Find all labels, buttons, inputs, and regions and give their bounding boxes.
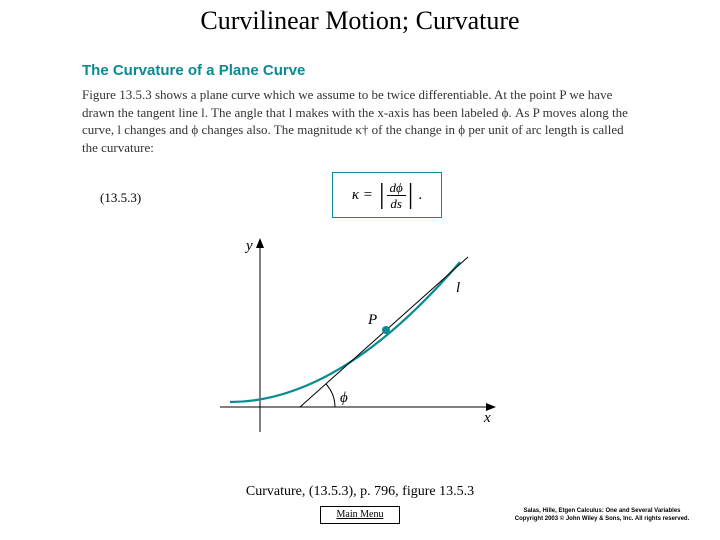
formula-kappa: κ = bbox=[352, 187, 377, 204]
formula-abs: | dϕ ds | bbox=[377, 181, 415, 210]
fraction-numerator: dϕ bbox=[387, 181, 406, 196]
equation-label: (13.5.3) bbox=[100, 190, 141, 206]
figure-caption: Curvature, (13.5.3), p. 796, figure 13.5… bbox=[0, 484, 720, 500]
point-p-label: P bbox=[367, 312, 377, 328]
abs-bar-left: | bbox=[377, 181, 387, 209]
slide: Curvilinear Motion; Curvature The Curvat… bbox=[0, 0, 720, 540]
figure-svg: y x l P ϕ bbox=[200, 232, 520, 462]
tangent-label: l bbox=[456, 280, 460, 296]
curvature-formula: κ = | dϕ ds | . bbox=[332, 172, 442, 218]
axis-x-label: x bbox=[483, 410, 491, 426]
abs-bar-right: | bbox=[406, 181, 416, 209]
credits: Salas, Hille, Etgen Calculus: One and Se… bbox=[502, 508, 702, 524]
credits-line-2: Copyright 2003 © John Wiley & Sons, Inc.… bbox=[502, 516, 702, 524]
main-menu-button[interactable]: Main Menu bbox=[320, 506, 400, 524]
formula-fraction: dϕ ds bbox=[387, 181, 406, 210]
phi-label: ϕ bbox=[340, 390, 348, 406]
figure-plane-curve: y x l P ϕ bbox=[200, 232, 520, 462]
axis-y-label: y bbox=[244, 238, 253, 254]
section-heading: The Curvature of a Plane Curve bbox=[82, 62, 305, 79]
body-paragraph: Figure 13.5.3 shows a plane curve which … bbox=[82, 86, 642, 156]
formula-period: . bbox=[415, 187, 422, 204]
page-title: Curvilinear Motion; Curvature bbox=[0, 6, 720, 36]
fraction-denominator: ds bbox=[390, 196, 402, 210]
